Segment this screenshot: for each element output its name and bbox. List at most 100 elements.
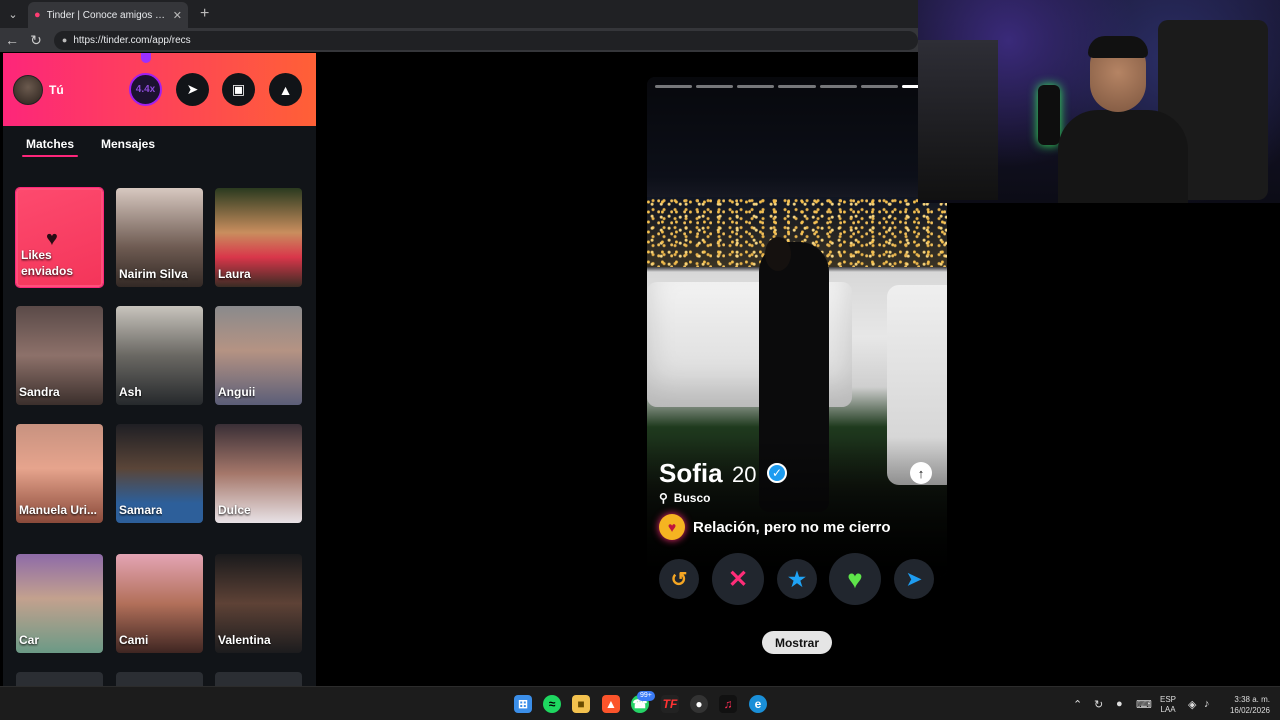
- keyboard-layout: LAA: [1160, 705, 1176, 714]
- tiktok-icon[interactable]: ♫: [719, 695, 737, 713]
- boost-send-button[interactable]: ➤: [894, 559, 934, 599]
- photo-progress-segment[interactable]: [778, 85, 816, 88]
- streamer: [1058, 36, 1188, 203]
- match-card[interactable]: Samara: [116, 424, 203, 523]
- match-card[interactable]: Valentina: [215, 554, 302, 653]
- webcam-microphone: [1038, 85, 1060, 145]
- open-profile-arrow-icon[interactable]: ↑: [910, 462, 932, 484]
- search-icon: ⚲: [659, 491, 668, 505]
- profile-card[interactable]: Sofia 20 ✓ ↑ ⚲ Busco ♥ Relación, pero no…: [647, 77, 947, 577]
- avatar[interactable]: [13, 75, 43, 105]
- match-card[interactable]: Car: [16, 554, 103, 653]
- tray-chevron-icon[interactable]: ⌃: [1073, 687, 1082, 720]
- photo-progress-segment[interactable]: [860, 85, 898, 88]
- spotify-icon[interactable]: ≈: [543, 695, 561, 713]
- rewind-button[interactable]: ↺: [659, 559, 699, 599]
- match-card[interactable]: Manuela Uri...: [16, 424, 103, 523]
- sidebar-header: Tú 4.4x ➤ ▣ ▲: [3, 53, 316, 126]
- match-name: Samara: [119, 503, 163, 517]
- looking-for-label: ⚲ Busco: [659, 491, 710, 505]
- url-text: https://tinder.com/app/recs: [73, 34, 191, 46]
- tf-app-icon[interactable]: TF: [661, 695, 679, 713]
- sync-icon[interactable]: ↻: [1094, 687, 1103, 720]
- match-card[interactable]: Cami: [116, 554, 203, 653]
- boost-button[interactable]: 4.4x: [129, 73, 162, 106]
- mostrar-button[interactable]: Mostrar: [762, 631, 832, 654]
- new-tab-plus-icon[interactable]: +: [200, 5, 209, 23]
- windows-start-icon[interactable]: ⊞: [514, 695, 532, 713]
- webcam-overlay: [918, 0, 1280, 203]
- browser-navbar: ← ↻ ● https://tinder.com/app/recs: [0, 28, 919, 52]
- likes-sent-card[interactable]: ♥ Likes enviados: [15, 187, 104, 288]
- likes-sent-label: Likes enviados: [21, 248, 74, 278]
- match-name: Nairim Silva: [119, 267, 188, 281]
- person-head: [765, 237, 791, 271]
- send-icon: ➤: [906, 568, 922, 589]
- clock-date: 16/02/2026: [1229, 706, 1270, 715]
- tab-matches[interactable]: Matches: [21, 137, 79, 157]
- match-name: Car: [19, 633, 40, 647]
- site-info-icon[interactable]: ●: [62, 35, 67, 45]
- tab-messages[interactable]: Mensajes: [101, 137, 155, 151]
- tab-list-chevron-icon[interactable]: ⌄: [0, 0, 26, 28]
- match-card[interactable]: Nairim Silva: [116, 188, 203, 287]
- star-icon: ★: [788, 568, 806, 591]
- swipe-actions: ↺ ✕ ★ ♥ ➤: [647, 553, 947, 607]
- match-card[interactable]: Anguii: [215, 306, 302, 405]
- browser-tabbar: ⌄ ● Tinder | Conoce amigos y gente n ✕ +: [0, 0, 918, 28]
- match-card-partial[interactable]: [16, 672, 103, 686]
- photo-progress-bars: [655, 85, 939, 88]
- close-tab-icon[interactable]: ✕: [173, 9, 182, 22]
- match-name: Sandra: [19, 385, 60, 399]
- rewind-icon: ↺: [670, 568, 688, 591]
- microphone-icon[interactable]: ●: [1116, 687, 1123, 720]
- photo-progress-segment[interactable]: [737, 85, 775, 88]
- match-name: Anguii: [218, 385, 256, 399]
- shield-icon[interactable]: ▲: [269, 73, 302, 106]
- volume-icon[interactable]: ♪: [1204, 687, 1210, 720]
- notification-badge: 99+: [637, 691, 655, 701]
- profile-name: Sofia: [659, 458, 723, 488]
- superlike-button[interactable]: ★: [777, 559, 817, 599]
- webcam-shelf: [918, 40, 998, 200]
- briefcase-icon[interactable]: ▣: [222, 73, 255, 106]
- taskbar: ⊞ ≈ ■ ▲ ☎ 99+ TF ● ♫ e ⌃ ↻ ● ⌨ ESP LAA ◈…: [0, 686, 1280, 720]
- reload-icon[interactable]: ↻: [24, 32, 48, 49]
- browser-tab[interactable]: ● Tinder | Conoce amigos y gente n ✕: [28, 2, 188, 28]
- explore-compass-icon[interactable]: ➤: [176, 73, 209, 106]
- photo-progress-segment[interactable]: [819, 85, 857, 88]
- nope-button[interactable]: ✕: [712, 553, 764, 605]
- screen: ⌄ ● Tinder | Conoce amigos y gente n ✕ +…: [0, 0, 1280, 720]
- system-clock[interactable]: 3:38 a. m. 16/02/2026: [1226, 694, 1270, 716]
- tab-title: Tinder | Conoce amigos y gente n: [46, 9, 169, 21]
- photo-progress-segment[interactable]: [696, 85, 734, 88]
- photo-progress-segment[interactable]: [655, 85, 693, 88]
- match-card[interactable]: Sandra: [16, 306, 103, 405]
- obs-icon[interactable]: ●: [690, 695, 708, 713]
- heart-icon: ♥: [847, 563, 863, 594]
- match-name: Valentina: [218, 633, 271, 647]
- edge-icon[interactable]: e: [749, 695, 767, 713]
- me-label[interactable]: Tú: [49, 83, 64, 97]
- match-card[interactable]: Laura: [215, 188, 302, 287]
- match-name: Laura: [218, 267, 251, 281]
- language-code: ESP: [1160, 695, 1177, 704]
- address-bar[interactable]: ● https://tinder.com/app/recs: [53, 30, 919, 50]
- match-card[interactable]: Dulce: [215, 424, 302, 523]
- verified-badge-icon: ✓: [767, 463, 787, 483]
- match-name: Dulce: [218, 503, 251, 517]
- wifi-icon[interactable]: ◈: [1188, 687, 1196, 720]
- brave-icon[interactable]: ▲: [602, 695, 620, 713]
- match-card-partial[interactable]: [215, 672, 302, 686]
- keyboard-icon[interactable]: ⌨: [1136, 687, 1152, 720]
- file-explorer-icon[interactable]: ■: [572, 695, 590, 713]
- language-indicator[interactable]: ESP LAA: [1160, 695, 1176, 715]
- like-button[interactable]: ♥: [829, 553, 881, 605]
- match-card-partial[interactable]: [116, 672, 203, 686]
- streamer-hair: [1088, 36, 1148, 58]
- heart-eyes-emoji-icon: ♥: [659, 514, 685, 540]
- x-icon: ✕: [727, 565, 749, 593]
- back-arrow-icon[interactable]: ←: [0, 32, 24, 48]
- matches-sidebar: Tú 4.4x ➤ ▣ ▲ Matches Mensajes ♥ Likes e…: [3, 53, 316, 686]
- match-card[interactable]: Ash: [116, 306, 203, 405]
